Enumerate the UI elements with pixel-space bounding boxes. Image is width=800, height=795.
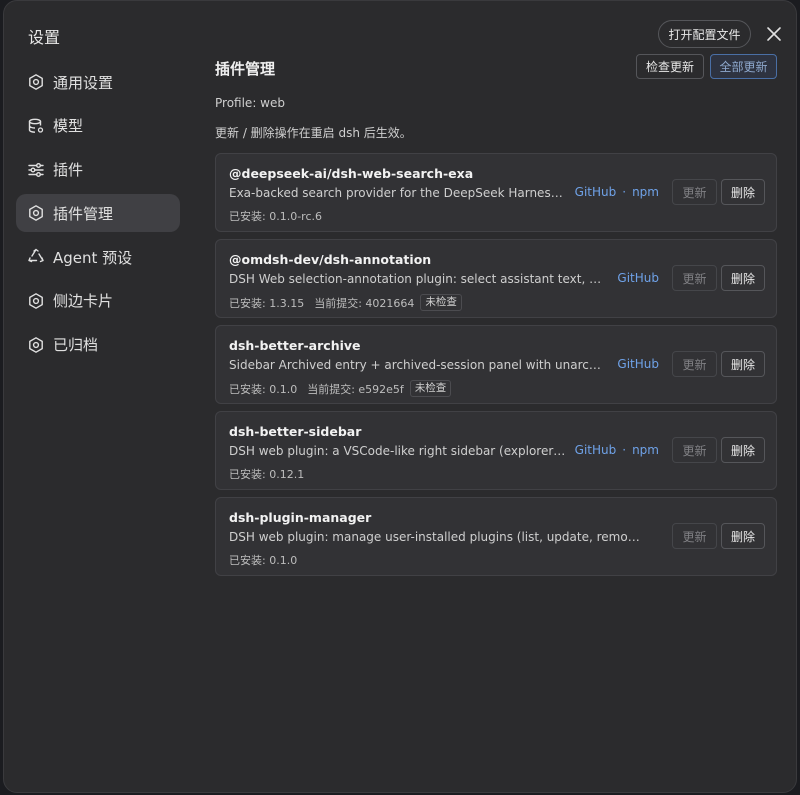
github-link[interactable]: GitHub <box>617 357 659 371</box>
update-all-button[interactable]: 全部更新 <box>710 54 777 79</box>
plugin-card: @deepseek-ai/dsh-web-search-exa Exa-backe… <box>215 153 777 232</box>
sidebar-item-label: 已归档 <box>53 336 99 355</box>
plugin-card: dsh-plugin-manager DSH web plugin: manage… <box>215 497 777 576</box>
plugin-links: GitHub · npm <box>575 185 659 199</box>
installed-version: 已安装: 1.3.15 <box>229 296 305 310</box>
gear-icon <box>27 204 45 222</box>
sidebar-item-4[interactable]: Agent 预设 <box>16 238 180 276</box>
plugin-links: GitHub · npm <box>575 443 659 457</box>
sidebar-item-0[interactable]: 通用设置 <box>16 63 180 101</box>
plugin-description: Sidebar Archived entry + archived-sessio… <box>229 358 605 372</box>
update-button[interactable]: 更新 <box>672 351 717 377</box>
gear-icon <box>27 73 45 91</box>
plugin-meta: 已安装: 0.1.0-rc.6 <box>229 208 322 224</box>
link-separator: · <box>622 443 627 457</box>
database-icon <box>27 117 45 135</box>
gear-icon <box>27 292 45 310</box>
plugin-description: DSH web plugin: a VSCode-like right side… <box>229 444 569 458</box>
plugin-meta: 已安装: 0.1.0 当前提交: e592e5f 未检查 <box>229 380 452 397</box>
plugin-description: DSH web plugin: manage user-installed pl… <box>229 530 643 544</box>
sidebar-item-5[interactable]: 侧边卡片 <box>16 282 180 320</box>
sidebar-item-3[interactable]: 插件管理 <box>16 194 180 233</box>
github-link[interactable]: GitHub <box>617 271 659 285</box>
sidebar-nav: 通用设置模型插件插件管理 Agent 预设 侧边卡片已归档 <box>16 63 180 370</box>
settings-dialog: 设置 打开配置文件 通用设置 模型 插件 插件管理 Agent 预设 侧边卡片 已归档 插件… <box>3 0 797 793</box>
plugin-meta: 已安装: 1.3.15 当前提交: 4021664 未检查 <box>229 294 462 311</box>
recycle-icon <box>27 248 45 266</box>
profile-label: Profile: web <box>215 96 285 110</box>
update-button[interactable]: 更新 <box>672 437 717 463</box>
delete-button[interactable]: 删除 <box>721 179 765 205</box>
sidebar-item-label: 模型 <box>53 117 84 136</box>
delete-button[interactable]: 删除 <box>721 437 765 463</box>
installed-version: 已安装: 0.12.1 <box>229 468 305 481</box>
delete-button[interactable]: 删除 <box>721 265 765 291</box>
sliders-icon <box>27 161 45 179</box>
sidebar-item-6[interactable]: 已归档 <box>16 326 180 364</box>
sidebar-item-label: 通用设置 <box>53 73 114 92</box>
delete-button[interactable]: 删除 <box>721 351 765 377</box>
page-title: 插件管理 <box>215 60 276 78</box>
restart-notice: 更新 / 删除操作在重启 dsh 后生效。 <box>215 126 412 140</box>
plugin-meta: 已安装: 0.12.1 <box>229 466 304 482</box>
check-updates-button[interactable]: 检查更新 <box>636 54 704 79</box>
plugin-description: DSH Web selection-annotation plugin: sel… <box>229 272 605 286</box>
plugin-description: Exa-backed search provider for the DeepS… <box>229 186 565 200</box>
plugin-name: dsh-plugin-manager <box>229 510 372 525</box>
plugin-name: dsh-better-sidebar <box>229 424 362 439</box>
close-icon[interactable] <box>764 24 784 44</box>
sidebar-item-2[interactable]: 插件 <box>16 151 180 189</box>
sidebar-item-label: Agent 预设 <box>53 248 133 267</box>
status-badge: 未检查 <box>420 294 462 311</box>
plugin-links: GitHub <box>617 271 659 285</box>
plugin-card: dsh-better-sidebar DSH web plugin: a VSCo… <box>215 411 777 490</box>
gear-icon <box>27 336 45 354</box>
delete-button[interactable]: 删除 <box>721 523 765 549</box>
settings-title: 设置 <box>28 28 61 47</box>
current-commit: 当前提交: 4021664 <box>314 296 415 310</box>
github-link[interactable]: GitHub <box>575 443 617 457</box>
plugin-meta: 已安装: 0.1.0 <box>229 552 297 568</box>
update-button[interactable]: 更新 <box>672 179 717 205</box>
plugin-name: dsh-better-archive <box>229 338 361 353</box>
update-button[interactable]: 更新 <box>672 523 717 549</box>
sidebar-item-label: 插件 <box>53 161 84 180</box>
update-button[interactable]: 更新 <box>672 265 717 291</box>
sidebar-item-label: 插件管理 <box>53 204 114 223</box>
installed-version: 已安装: 0.1.0 <box>229 382 298 396</box>
npm-link[interactable]: npm <box>632 185 659 199</box>
npm-link[interactable]: npm <box>632 443 659 457</box>
sidebar-item-1[interactable]: 模型 <box>16 107 180 145</box>
plugin-card: @omdsh-dev/dsh-annotation DSH Web selecti… <box>215 239 777 318</box>
installed-version: 已安装: 0.1.0 <box>229 554 298 567</box>
sidebar-item-label: 侧边卡片 <box>53 292 114 311</box>
installed-version: 已安装: 0.1.0-rc.6 <box>229 210 322 223</box>
plugin-name: @deepseek-ai/dsh-web-search-exa <box>229 166 474 181</box>
plugin-list: @deepseek-ai/dsh-web-search-exa Exa-backe… <box>215 153 778 583</box>
github-link[interactable]: GitHub <box>575 185 617 199</box>
plugin-card: dsh-better-archive Sidebar Archived entry… <box>215 325 777 404</box>
plugin-links: GitHub <box>617 357 659 371</box>
plugin-name: @omdsh-dev/dsh-annotation <box>229 252 432 267</box>
current-commit: 当前提交: e592e5f <box>307 382 404 396</box>
link-separator: · <box>622 185 627 199</box>
open-config-button[interactable]: 打开配置文件 <box>658 20 751 48</box>
status-badge: 未检查 <box>409 380 452 397</box>
